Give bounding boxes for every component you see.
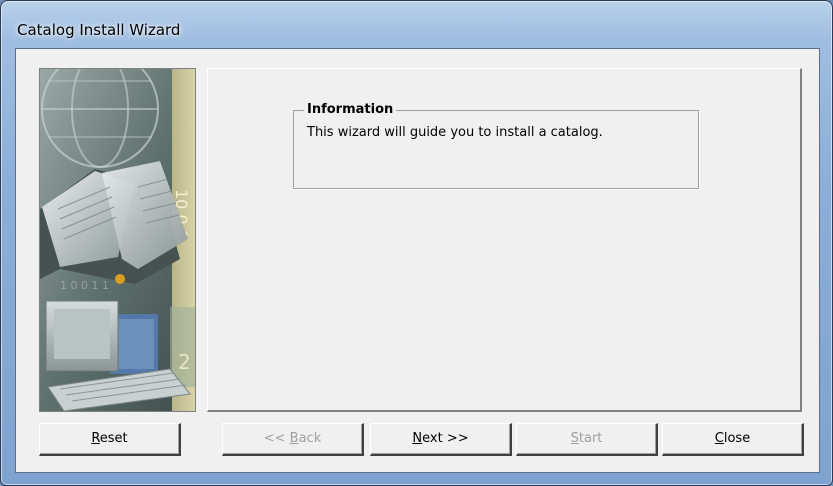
wizard-window: Catalog Install Wizard 10 0 1 1 0 0 1 1 … — [0, 0, 833, 486]
title-bar[interactable]: Catalog Install Wizard — [1, 1, 832, 45]
information-legend: Information — [304, 102, 397, 117]
information-text: This wizard will guide you to install a … — [307, 125, 603, 140]
window-title: Catalog Install Wizard — [17, 21, 181, 39]
next-accel: N — [412, 431, 423, 446]
back-label-rest: ack — [298, 431, 322, 446]
close-label-rest: lose — [723, 431, 751, 446]
wizard-content-panel: Information This wizard will guide you t… — [207, 68, 802, 412]
svg-text:2: 2 — [178, 350, 191, 374]
start-button[interactable]: Start — [516, 423, 658, 456]
back-accel: B — [289, 431, 299, 446]
wizard-banner-image: 10 0 1 1 0 0 1 1 2 — [39, 68, 196, 412]
next-button[interactable]: Next >> — [370, 423, 512, 456]
start-label-rest: tart — [578, 431, 603, 446]
start-accel: S — [570, 431, 579, 446]
dialog-client-area: 10 0 1 1 0 0 1 1 2 Information This wiza… — [15, 48, 820, 473]
reset-label-rest: eset — [99, 431, 128, 446]
reset-button[interactable]: Reset — [39, 423, 181, 456]
close-accel: C — [714, 431, 724, 446]
information-groupbox: Information This wizard will guide you t… — [293, 102, 699, 189]
next-label-rest: ext >> — [422, 431, 469, 446]
close-button[interactable]: Close — [662, 423, 804, 456]
back-button[interactable]: << Back — [222, 423, 364, 456]
back-label-prefix: << — [263, 431, 290, 446]
svg-text:1 0 0 1 1: 1 0 0 1 1 — [60, 279, 109, 292]
reset-accel: R — [91, 431, 100, 446]
